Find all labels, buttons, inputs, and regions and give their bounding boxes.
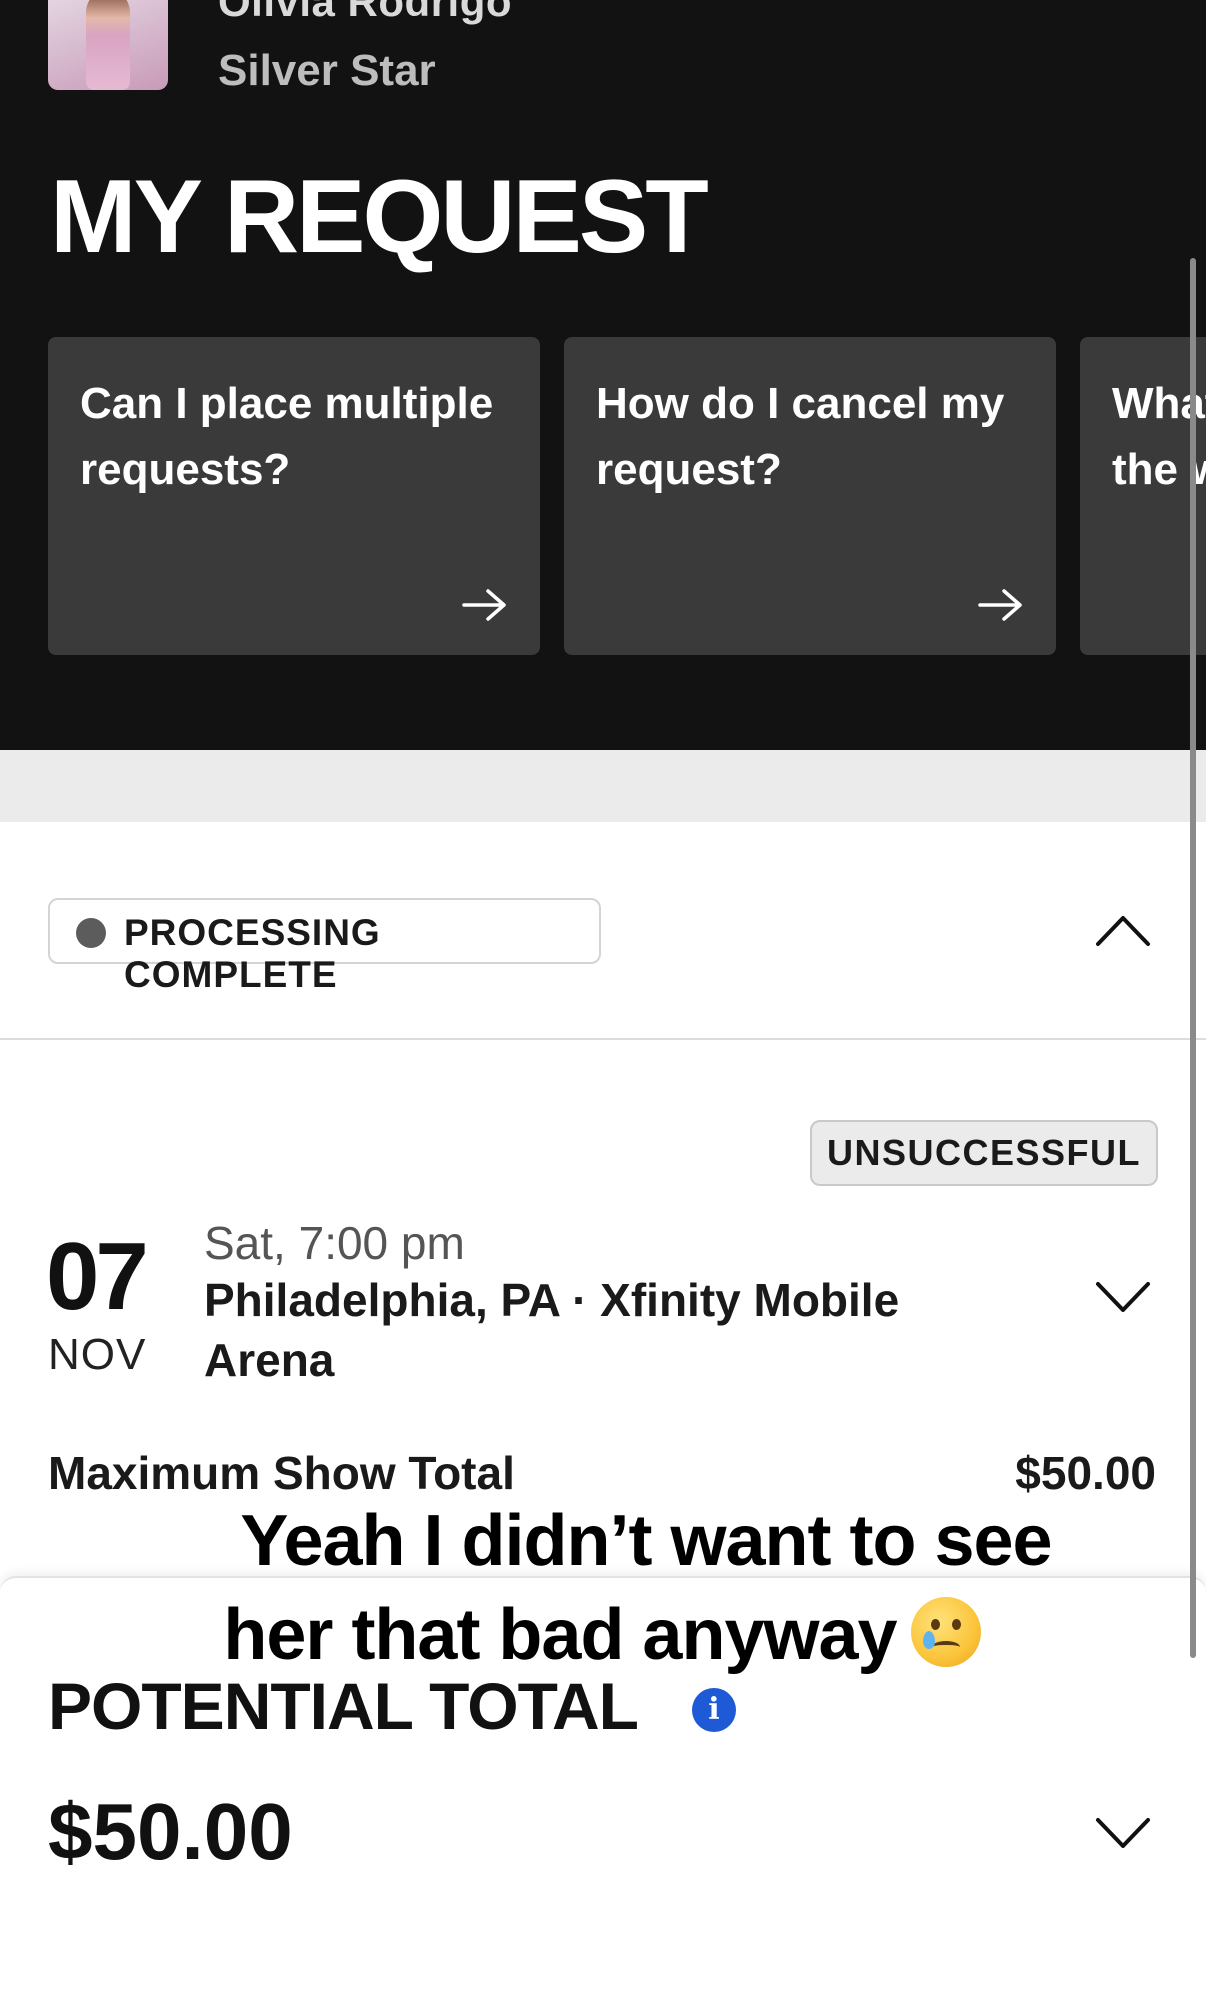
max-show-total-label: Maximum Show Total [48,1447,515,1499]
chevron-down-icon[interactable] [1090,1808,1156,1858]
faq-card-multiple-requests[interactable]: Can I place multiple requests? [48,337,540,655]
result-badge: UNSUCCESSFUL [810,1120,1158,1186]
artist-name: Olivia Rodrigo [218,0,513,25]
divider [0,1038,1206,1040]
chevron-up-icon[interactable] [1090,906,1156,956]
arrow-right-icon [462,589,506,621]
info-icon[interactable]: i [692,1688,736,1732]
potential-total-value: $50.00 [48,1787,293,1876]
status-dot-icon [76,918,106,948]
event-time: Sat, 7:00 pm [204,1217,465,1269]
arrow-right-icon [978,589,1022,621]
caption-text: Yeah I didn’t want to see [240,1501,1052,1581]
artist-photo-figure [86,0,130,90]
faq-carousel[interactable]: Can I place multiple requests? How do I … [48,337,1206,655]
event-venue: Philadelphia, PA · Xfinity Mobile Arena [204,1274,900,1386]
status-text: PROCESSING COMPLETE [124,912,381,995]
artist-thumbnail[interactable] [48,0,168,90]
max-show-total-value: $50.00 [1015,1447,1156,1499]
status-badge: PROCESSING COMPLETE [48,898,601,995]
section-separator-band [0,750,1206,822]
caption-text: her that bad anyway [223,1595,897,1675]
scrollbar[interactable] [1190,258,1196,1658]
caption-line-2: her that bad anyway [0,1594,1205,1676]
caption-line-1: Yeah I didn’t want to see [43,1500,1206,1582]
faq-card-cancel-request[interactable]: How do I cancel my request? [564,337,1056,655]
page-title: MY REQUEST [50,159,709,275]
faq-question: Can I place multiple requests? [80,379,494,494]
faq-question: How do I cancel my request? [596,379,1005,494]
chevron-down-icon[interactable] [1090,1272,1156,1322]
crying-face-emoji-icon [910,1597,981,1667]
artist-tier: Silver Star [218,46,436,95]
page-header: Olivia Rodrigo Silver Star MY REQUEST Ca… [0,0,1206,750]
potential-total-label: POTENTIAL TOTAL [48,1669,639,1743]
event-day: 07 [46,1223,149,1330]
faq-card-window[interactable]: What happens once the window [1080,337,1206,655]
event-month: NOV [48,1330,147,1379]
